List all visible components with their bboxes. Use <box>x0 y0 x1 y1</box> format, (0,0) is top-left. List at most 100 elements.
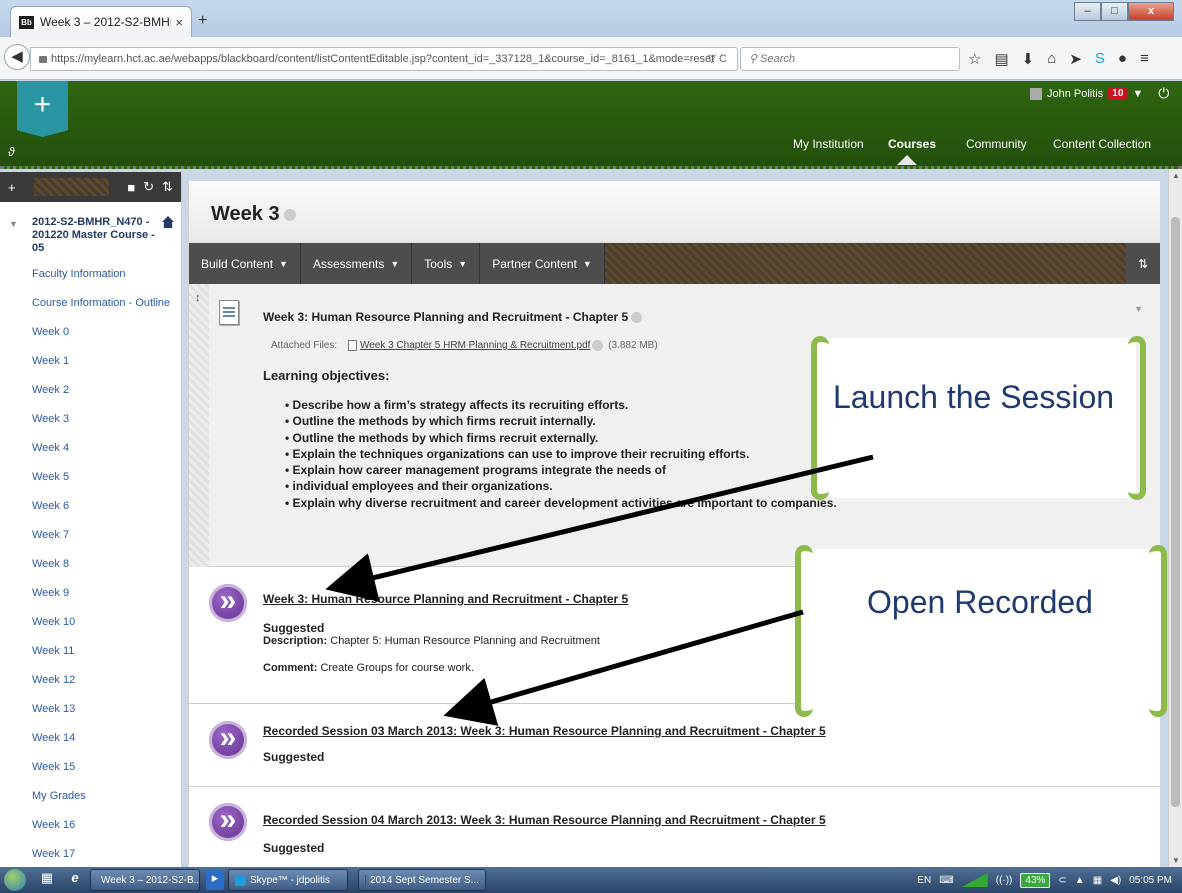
context-menu-icon[interactable] <box>631 312 643 324</box>
sidebar-item[interactable]: Week 9 <box>0 585 181 614</box>
scroll-down-icon[interactable]: ▼ <box>1172 856 1180 865</box>
content-item-title[interactable]: Week 3: Human Resource Planning and Recr… <box>263 310 643 324</box>
close-window-button[interactable]: x <box>1128 2 1174 21</box>
sidebar-item[interactable]: My Grades <box>0 788 181 817</box>
add-menu-item-icon[interactable]: + <box>8 180 16 195</box>
chat-icon[interactable]: ● <box>1118 50 1127 68</box>
reorder-icon[interactable]: ⇅ <box>1126 243 1160 284</box>
callout-bracket-right <box>1149 545 1167 717</box>
download-icon[interactable]: ⬇ <box>1022 50 1035 68</box>
taskbar-skype-window[interactable]: Skype™ - jdpolitis <box>228 869 348 891</box>
explorer-icon[interactable]: ▦ <box>36 870 58 890</box>
session-title-link[interactable]: Recorded Session 04 March 2013: Week 3: … <box>263 813 826 827</box>
charger-icon[interactable]: ⊂ <box>1058 875 1066 886</box>
minimize-button[interactable]: – <box>1074 2 1101 21</box>
sidebar-item[interactable]: Week 13 <box>0 701 181 730</box>
sort-icon[interactable]: ⇅ <box>162 179 173 195</box>
battery-indicator[interactable]: 43% <box>1020 872 1051 888</box>
wireless-icon[interactable]: ((·)) <box>996 875 1013 886</box>
tools-button[interactable]: Tools ▼ <box>412 243 481 284</box>
session-launch-icon[interactable] <box>209 584 247 622</box>
course-title[interactable]: ▼ 2012-S2-BMHR_N470 - 201220 Master Cour… <box>0 202 181 255</box>
collapse-triangle-icon[interactable]: ▼ <box>9 218 18 231</box>
power-icon[interactable]: ⏻ <box>1158 85 1169 102</box>
url-bar[interactable]: https://mylearn.hct.ac.ae/webapps/blackb… <box>30 47 738 71</box>
keyboard-icon[interactable]: ⌨ <box>939 875 953 886</box>
quick-add-plus-icon[interactable]: + <box>17 81 68 137</box>
sidebar-item[interactable]: Week 6 <box>0 498 181 527</box>
skype-icon[interactable]: S <box>1095 50 1105 68</box>
partner-content-button[interactable]: Partner Content ▼ <box>480 243 605 284</box>
sidebar-item[interactable]: Week 5 <box>0 469 181 498</box>
browser-tab[interactable]: Bb Week 3 – 2012-S2-BMHR_... × <box>10 6 192 37</box>
home-icon[interactable]: ⌂ <box>1047 50 1056 68</box>
notification-badge[interactable]: 10 <box>1108 87 1128 100</box>
sidebar-item[interactable]: Week 8 <box>0 556 181 585</box>
session-comment: Comment: Create Groups for course work. <box>263 662 474 674</box>
tab-community[interactable]: Community <box>966 137 1027 151</box>
network-icon[interactable]: ▦ <box>1093 875 1102 886</box>
context-menu-icon[interactable] <box>592 340 604 351</box>
sidebar-item[interactable]: Faculty Information <box>0 266 181 295</box>
user-menu[interactable]: John Politis 10 ▼ ⏻ <box>1030 85 1169 102</box>
session-title-link[interactable]: Week 3: Human Resource Planning and Recr… <box>263 592 628 606</box>
maximize-button[interactable]: □ <box>1101 2 1128 21</box>
new-tab-button[interactable]: + <box>198 12 207 30</box>
sidebar-item[interactable]: Week 1 <box>0 353 181 382</box>
session-launch-icon[interactable] <box>209 721 247 759</box>
sidebar-item[interactable]: Week 16 <box>0 817 181 846</box>
sidebar-item[interactable]: Week 10 <box>0 614 181 643</box>
sidebar-item[interactable]: Week 3 <box>0 411 181 440</box>
build-content-button[interactable]: Build Content ▼ <box>189 243 301 284</box>
drag-handle[interactable]: ↕ <box>189 284 209 567</box>
tab-my-institution[interactable]: My Institution <box>793 137 864 151</box>
reading-list-icon[interactable]: ▤ <box>994 50 1008 68</box>
sidebar-item[interactable]: Course Information - Outline <box>0 295 181 324</box>
scroll-thumb[interactable] <box>1171 217 1180 807</box>
sidebar-item[interactable]: Week 14 <box>0 730 181 759</box>
active-tab-caret <box>897 155 917 165</box>
sidebar-item[interactable]: Week 11 <box>0 643 181 672</box>
bookmark-star-icon[interactable]: ☆ <box>968 50 981 68</box>
expand-icon[interactable]: ▼ <box>1134 304 1143 314</box>
drag-grip-icon[interactable]: ↕ <box>195 292 201 304</box>
show-hidden-icons[interactable]: ▲ <box>1075 875 1085 886</box>
clock[interactable]: 05:05 PM <box>1129 875 1172 886</box>
browser-search-input[interactable]: ⚲ Search <box>740 47 960 71</box>
sidebar-item[interactable]: Week 4 <box>0 440 181 469</box>
tab-courses[interactable]: Courses <box>888 137 936 151</box>
objective-item: Outline the methods by which firms recru… <box>285 430 837 446</box>
language-indicator[interactable]: EN <box>917 875 931 886</box>
volume-icon[interactable]: ◀) <box>1110 875 1121 886</box>
signal-strength-icon[interactable] <box>961 873 988 887</box>
taskbar-firefox-window[interactable]: Week 3 – 2012-S2-B... <box>90 869 200 891</box>
assessments-button[interactable]: Assessments ▼ <box>300 243 413 284</box>
reload-icon[interactable]: ▽ C <box>708 48 727 70</box>
sidebar-item[interactable]: Week 15 <box>0 759 181 788</box>
chevron-down-icon[interactable]: ▼ <box>1132 88 1143 100</box>
menu-icon[interactable]: ≡ <box>1140 50 1149 68</box>
session-launch-icon[interactable] <box>209 803 247 841</box>
media-icon[interactable]: ▸ <box>206 870 224 890</box>
scroll-up-icon[interactable]: ▲ <box>1172 171 1180 180</box>
page-scrollbar[interactable]: ▲ ▼ <box>1168 169 1182 867</box>
sidebar-item[interactable]: Week 0 <box>0 324 181 353</box>
tab-content-collection[interactable]: Content Collection <box>1053 137 1151 151</box>
sidebar-item[interactable]: Week 7 <box>0 527 181 556</box>
refresh-icon[interactable]: ↻ <box>143 179 154 195</box>
session-title-link[interactable]: Recorded Session 03 March 2013: Week 3: … <box>263 724 826 738</box>
objectives-heading: Learning objectives: <box>263 368 390 383</box>
sidebar-item[interactable]: Week 2 <box>0 382 181 411</box>
taskbar-word-window[interactable]: 2014 Sept Semester S... <box>358 869 486 891</box>
home-icon[interactable] <box>162 216 174 228</box>
file-link[interactable]: Week 3 Chapter 5 HRM Planning & Recruitm… <box>360 340 590 351</box>
back-button[interactable]: ◀ <box>4 44 30 70</box>
close-tab-icon[interactable]: × <box>175 15 183 30</box>
folder-view-icon[interactable]: ■ <box>127 180 135 195</box>
open-recorded-callout: Open Recorded <box>795 549 1165 714</box>
start-button[interactable] <box>0 867 30 893</box>
sidebar-item[interactable]: Week 12 <box>0 672 181 701</box>
internet-explorer-icon[interactable]: e <box>64 870 86 890</box>
send-icon[interactable]: ➤ <box>1069 50 1082 68</box>
context-menu-icon[interactable] <box>283 208 296 221</box>
